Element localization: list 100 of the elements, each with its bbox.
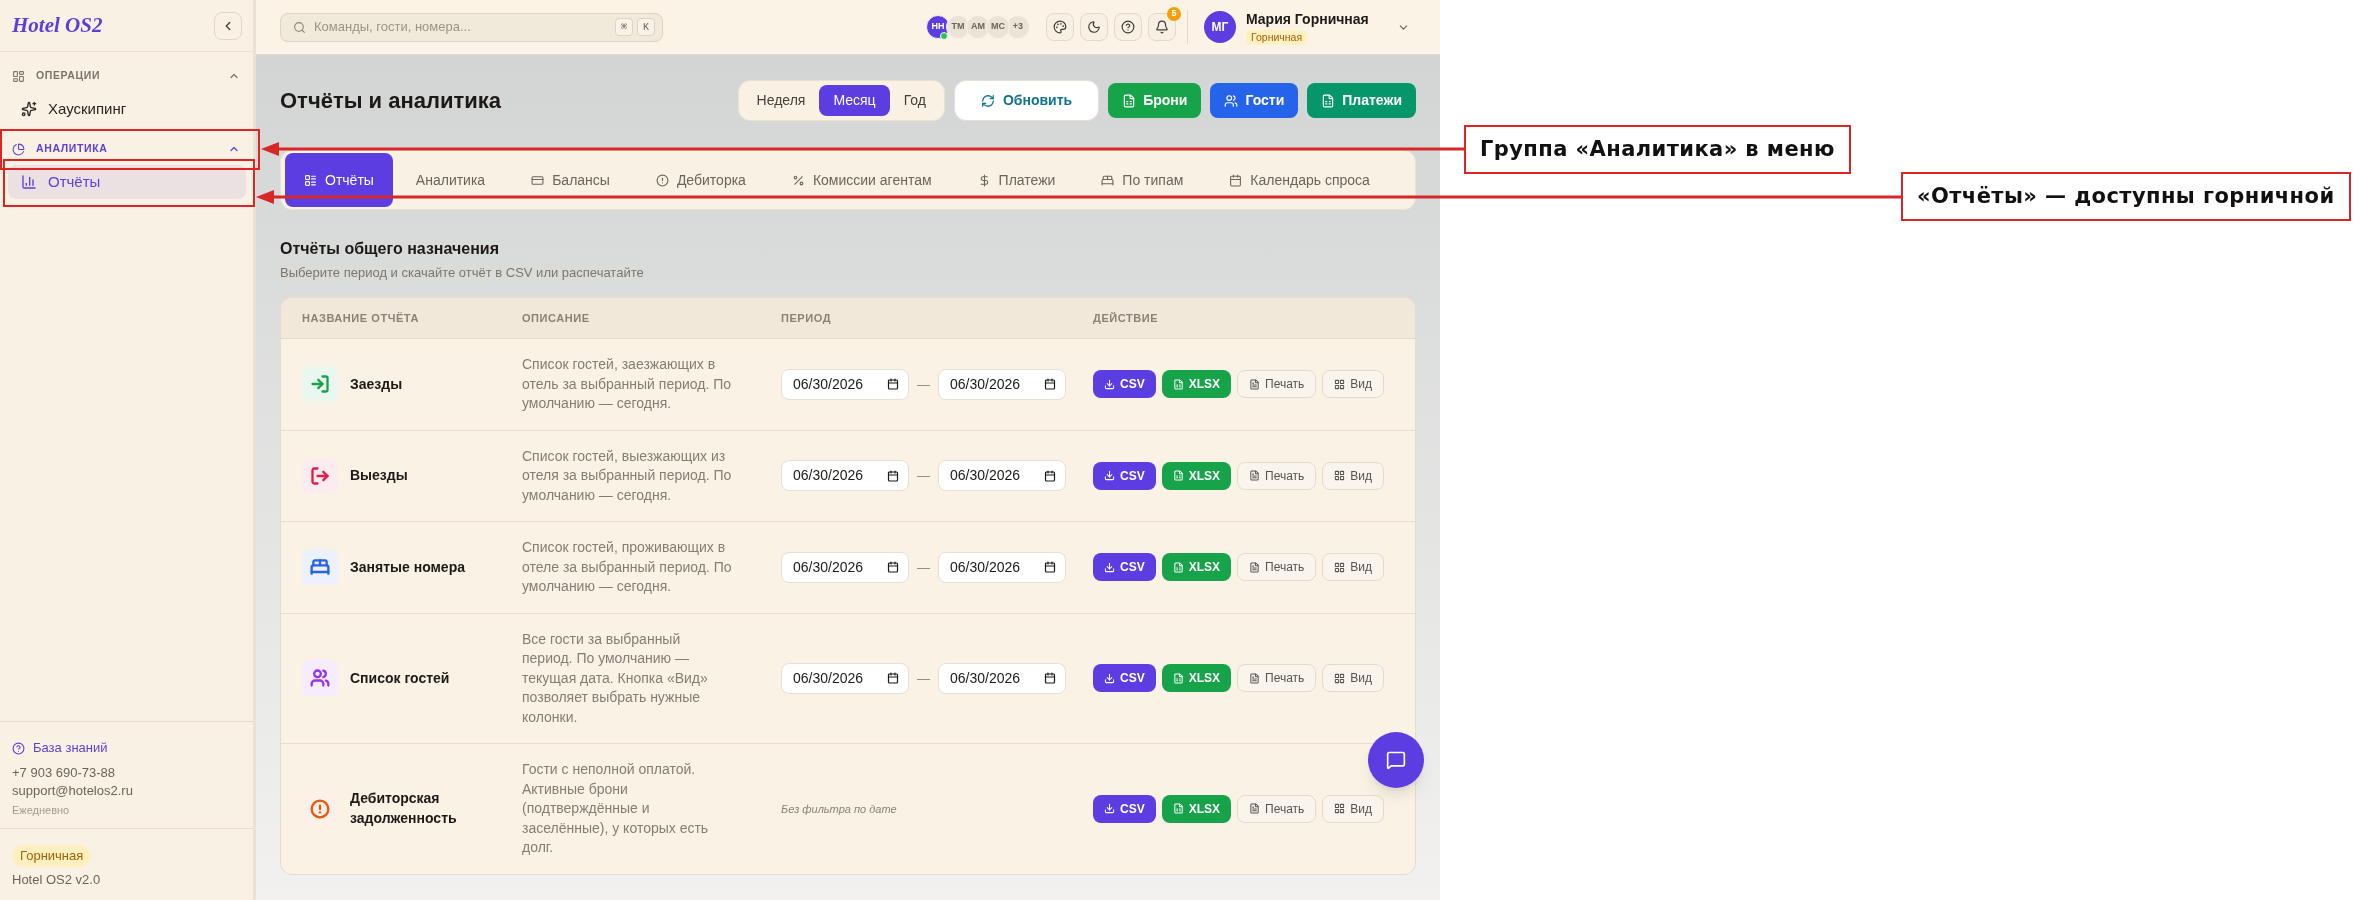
exclamation-circle-icon (655, 173, 669, 187)
date-field[interactable]: 06/30/2026 (781, 460, 909, 492)
view-button[interactable]: Вид (1322, 794, 1385, 823)
tab[interactable]: Календарь спроса (1206, 153, 1393, 207)
callout-label: «Отчёты» — доступны горничной (1901, 172, 2351, 221)
sidebar-item[interactable]: Отчёты (8, 165, 246, 199)
xlsx-button[interactable]: XLSX (1161, 553, 1232, 582)
download-icon (1104, 378, 1115, 390)
palette-icon (1053, 20, 1067, 34)
user-avatar: АМ (966, 15, 990, 39)
date-separator: — (917, 669, 930, 688)
spreadsheet-icon (1172, 470, 1184, 482)
search-input[interactable]: Команды, гости, номера... (314, 17, 611, 37)
view-button[interactable]: Вид (1322, 553, 1385, 582)
print-button[interactable]: Печать (1237, 664, 1317, 693)
help-link[interactable]: База знаний (12, 738, 241, 758)
download-icon (1104, 561, 1115, 573)
tab[interactable]: По типам (1078, 153, 1207, 207)
tab[interactable]: Платежи (954, 153, 1079, 207)
calendar-icon (887, 672, 899, 685)
sidebar-section-toggle[interactable]: АНАЛИТИКА (8, 137, 246, 161)
grid-icon (1334, 672, 1346, 684)
spreadsheet-icon (1321, 93, 1336, 108)
theme-button[interactable] (1046, 13, 1074, 41)
view-button[interactable]: Вид (1322, 664, 1385, 693)
help-icon (12, 741, 25, 755)
date-field[interactable]: 06/30/2026 (938, 662, 1066, 694)
period-option[interactable]: Месяц (819, 85, 890, 116)
view-button[interactable]: Вид (1322, 370, 1385, 399)
bell-icon (1155, 20, 1169, 34)
xlsx-button[interactable]: XLSX (1161, 370, 1232, 399)
print-button[interactable]: Печать (1237, 461, 1317, 490)
print-button[interactable]: Печать (1237, 553, 1317, 582)
date-field[interactable]: 06/30/2026 (938, 368, 1066, 400)
report-description: Список гостей, заезжающих в отель за выбранный период. По умолчанию — сегодня. (522, 355, 733, 413)
date-field[interactable]: 06/30/2026 (781, 662, 909, 694)
help-button[interactable] (1114, 13, 1142, 41)
sidebar-item[interactable]: Хаускипинг (8, 92, 246, 126)
shortcut-key: ⌘ (615, 18, 633, 36)
spreadsheet-icon (1172, 672, 1184, 684)
tab[interactable]: Комиссии агентам (768, 153, 955, 207)
refresh-button[interactable]: Обновить (953, 80, 1100, 121)
xlsx-button[interactable]: XLSX (1161, 461, 1232, 490)
bed-icon (1101, 173, 1115, 187)
report-name: Занятые номера (350, 557, 465, 577)
tab[interactable]: Дебиторка (632, 153, 769, 207)
spreadsheet-icon (1172, 378, 1184, 390)
users-icon (302, 660, 338, 697)
report-description: Все гости за выбранный период. По умолчанию — текущая дата. Кнопка «Вид» позволяет выбрать нужные колонки. (522, 629, 709, 727)
date-separator: — (917, 558, 930, 577)
hours-text: Ежедневно (12, 803, 71, 818)
tab[interactable]: Аналитика (392, 153, 509, 207)
report-description: Гости с неполной оплатой. Активные брони (подтверждённые и заселённые), у которых есть долг. (522, 760, 710, 857)
sidebar-section-toggle[interactable]: ОПЕРАЦИИ (8, 64, 246, 88)
xlsx-button[interactable]: XLSX (1161, 664, 1232, 693)
calendar-icon (887, 469, 899, 482)
calendar-icon (887, 561, 899, 574)
chat-icon (1386, 750, 1406, 770)
period-option[interactable]: Неделя (742, 85, 820, 116)
dark-mode-button[interactable] (1080, 13, 1108, 41)
refresh-icon (980, 93, 995, 108)
download-icon (1104, 470, 1115, 482)
payments-button[interactable]: Платежи (1307, 83, 1416, 118)
tab[interactable]: Балансы (508, 153, 633, 207)
spreadsheet-icon (1172, 561, 1184, 573)
bar-chart-icon (21, 174, 37, 190)
section-title: Отчёты общего назначения (280, 239, 501, 259)
calendar-icon (1044, 378, 1056, 391)
search-icon (293, 20, 306, 34)
view-button[interactable]: Вид (1322, 461, 1385, 490)
bookings-button[interactable]: Брони (1108, 83, 1202, 118)
print-button[interactable]: Печать (1237, 794, 1317, 823)
date-field[interactable]: 06/30/2026 (938, 551, 1066, 583)
date-field[interactable]: 06/30/2026 (781, 551, 909, 583)
csv-button[interactable]: CSV (1093, 553, 1156, 582)
card-icon (531, 173, 545, 187)
users-icon (1224, 93, 1239, 108)
xlsx-button[interactable]: XLSX (1161, 794, 1232, 823)
document-icon (1249, 561, 1261, 573)
date-field[interactable]: 06/30/2026 (781, 368, 909, 400)
version-text: Hotel OS2 v2.0 (12, 871, 102, 889)
moon-icon (1087, 20, 1101, 34)
date-field[interactable]: 06/30/2026 (938, 460, 1066, 492)
user-avatar: НН (926, 15, 950, 39)
calendar-icon (887, 378, 899, 391)
csv-button[interactable]: CSV (1093, 664, 1156, 693)
notification-count-badge: 5 (1167, 7, 1181, 21)
tab[interactable]: Отчёты (285, 153, 393, 207)
csv-button[interactable]: CSV (1093, 370, 1156, 399)
search-field[interactable]: Команды, гости, номера... ⌘ K (280, 12, 663, 42)
guests-button[interactable]: Гости (1210, 83, 1299, 118)
shortcut-key: K (637, 18, 655, 36)
more-users-count: +3 (1006, 15, 1030, 39)
report-name: Выезды (350, 466, 408, 485)
sign-in-icon (302, 366, 338, 403)
csv-button[interactable]: CSV (1093, 461, 1156, 490)
report-name: Список гостей (350, 668, 450, 688)
print-button[interactable]: Печать (1237, 370, 1317, 399)
period-option[interactable]: Год (889, 85, 940, 116)
csv-button[interactable]: CSV (1093, 794, 1156, 823)
